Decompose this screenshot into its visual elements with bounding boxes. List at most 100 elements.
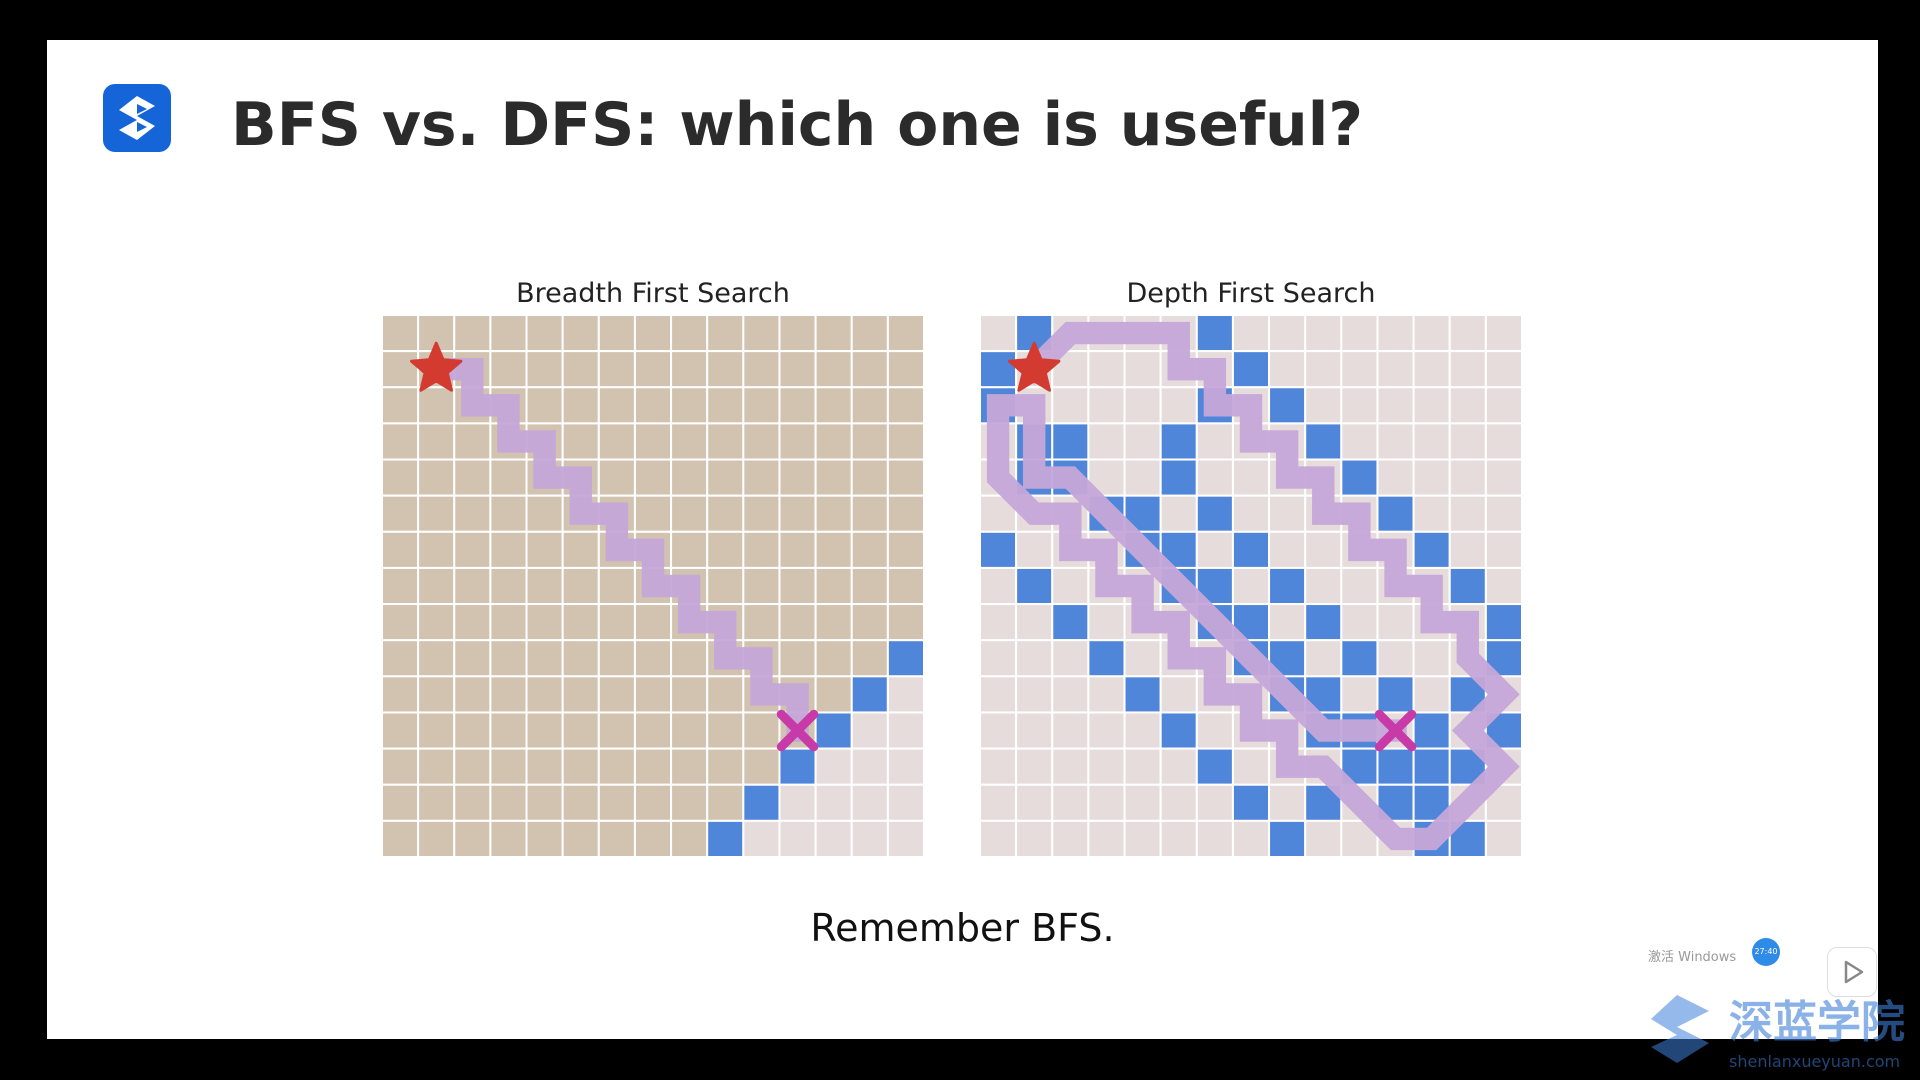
- grid-cell: [814, 639, 853, 678]
- grid-cell: [597, 639, 636, 678]
- grid-cell: [561, 783, 600, 822]
- grid-cell: [382, 747, 420, 786]
- grid-cell: [525, 566, 564, 606]
- grid-cell: [1484, 315, 1522, 353]
- grid-cell: [453, 783, 492, 822]
- grid-cell: [417, 783, 456, 822]
- frontier-cell: [1412, 530, 1451, 569]
- grid-cell: [706, 530, 745, 569]
- grid-cell: [1159, 494, 1198, 533]
- grid-cell: [1484, 819, 1522, 857]
- grid-cell: [1412, 422, 1451, 461]
- grid-cell: [1015, 819, 1054, 857]
- grid-cell: [670, 783, 709, 822]
- grid-cell: [1304, 350, 1343, 389]
- grid-cell: [1376, 350, 1415, 389]
- grid-cell: [489, 603, 528, 642]
- grid-cell: [814, 530, 853, 569]
- grid-cell: [980, 315, 1018, 353]
- grid-cell: [597, 315, 636, 353]
- grid-cell: [633, 783, 673, 822]
- grid-cell: [850, 747, 889, 786]
- grid-cell: [886, 566, 924, 606]
- grid-cell: [1195, 458, 1234, 497]
- grid-cell: [1448, 494, 1487, 533]
- grid-cell: [633, 315, 673, 353]
- grid-cell: [597, 458, 636, 497]
- grid-cell: [1123, 747, 1162, 786]
- grid-cell: [561, 350, 600, 389]
- grid-cell: [742, 386, 781, 425]
- grid-cell: [814, 747, 853, 786]
- grid-cell: [706, 422, 745, 461]
- grid-cell: [1412, 458, 1451, 497]
- grid-cell: [670, 819, 709, 857]
- grid-cell: [489, 675, 528, 714]
- frontier-cell: [1304, 422, 1343, 461]
- frontier-cell: [778, 747, 817, 786]
- grid-cell: [980, 783, 1018, 822]
- grid-cell: [453, 675, 492, 714]
- grid-cell: [814, 675, 853, 714]
- grid-cell: [886, 603, 924, 642]
- grid-cell: [382, 458, 420, 497]
- grid-cell: [489, 819, 528, 857]
- grid-cell: [1051, 783, 1090, 822]
- grid-cell: [742, 315, 781, 353]
- grid-cell: [670, 675, 709, 714]
- grid-cell: [886, 783, 924, 822]
- frontier-cell: [1195, 315, 1234, 353]
- grid-cell: [980, 566, 1018, 606]
- grid-cell: [597, 566, 636, 606]
- grid-cell: [382, 386, 420, 425]
- windows-activation-note: 激活 Windows: [1648, 950, 1737, 965]
- grid-cell: [670, 747, 709, 786]
- grid-cell: [670, 350, 709, 389]
- grid-cell: [1231, 566, 1271, 606]
- watermark-text: 深蓝学院: [1729, 997, 1905, 1048]
- grid-cell: [886, 458, 924, 497]
- grid-cell: [814, 386, 853, 425]
- grid-cell: [1051, 386, 1090, 425]
- grid-cell: [1123, 458, 1162, 497]
- grid-cell: [633, 458, 673, 497]
- grid-cell: [1448, 458, 1487, 497]
- grid-cell: [633, 819, 673, 857]
- grid-cell: [886, 386, 924, 425]
- grid-cell: [850, 711, 889, 750]
- grid-cell: [597, 386, 636, 425]
- grid-cell: [850, 783, 889, 822]
- grid-cell: [382, 639, 420, 678]
- grid-cell: [778, 639, 817, 678]
- grid-cell: [417, 711, 456, 750]
- grid-cell: [1015, 783, 1054, 822]
- grid-cell: [633, 711, 673, 750]
- grid-cell: [778, 458, 817, 497]
- grid-cell: [850, 566, 889, 606]
- frontier-cell: [1051, 603, 1090, 642]
- grid-cell: [850, 819, 889, 857]
- grid-cell: [1340, 350, 1379, 389]
- grid-cell: [980, 675, 1018, 714]
- grid-cell: [886, 711, 924, 750]
- grid-cell: [778, 315, 817, 353]
- frontier-cell: [1268, 819, 1307, 857]
- grid-cell: [1340, 603, 1379, 642]
- grid-cell: [1340, 315, 1379, 353]
- grid-cell: [1376, 603, 1415, 642]
- grid-cell: [633, 494, 673, 533]
- grid-cell: [814, 819, 853, 857]
- grid-cell: [1231, 494, 1271, 533]
- grid-cell: [1051, 747, 1090, 786]
- grid-cell: [1051, 566, 1090, 606]
- grid-cell: [1268, 603, 1307, 642]
- grid-cell: [1268, 530, 1307, 569]
- grid-cell: [814, 422, 853, 461]
- grid-cell: [525, 639, 564, 678]
- grid-cell: [417, 639, 456, 678]
- grid-cell: [1484, 494, 1522, 533]
- grid-cell: [453, 530, 492, 569]
- grid-cell: [633, 422, 673, 461]
- grid-cell: [489, 639, 528, 678]
- grid-cell: [742, 458, 781, 497]
